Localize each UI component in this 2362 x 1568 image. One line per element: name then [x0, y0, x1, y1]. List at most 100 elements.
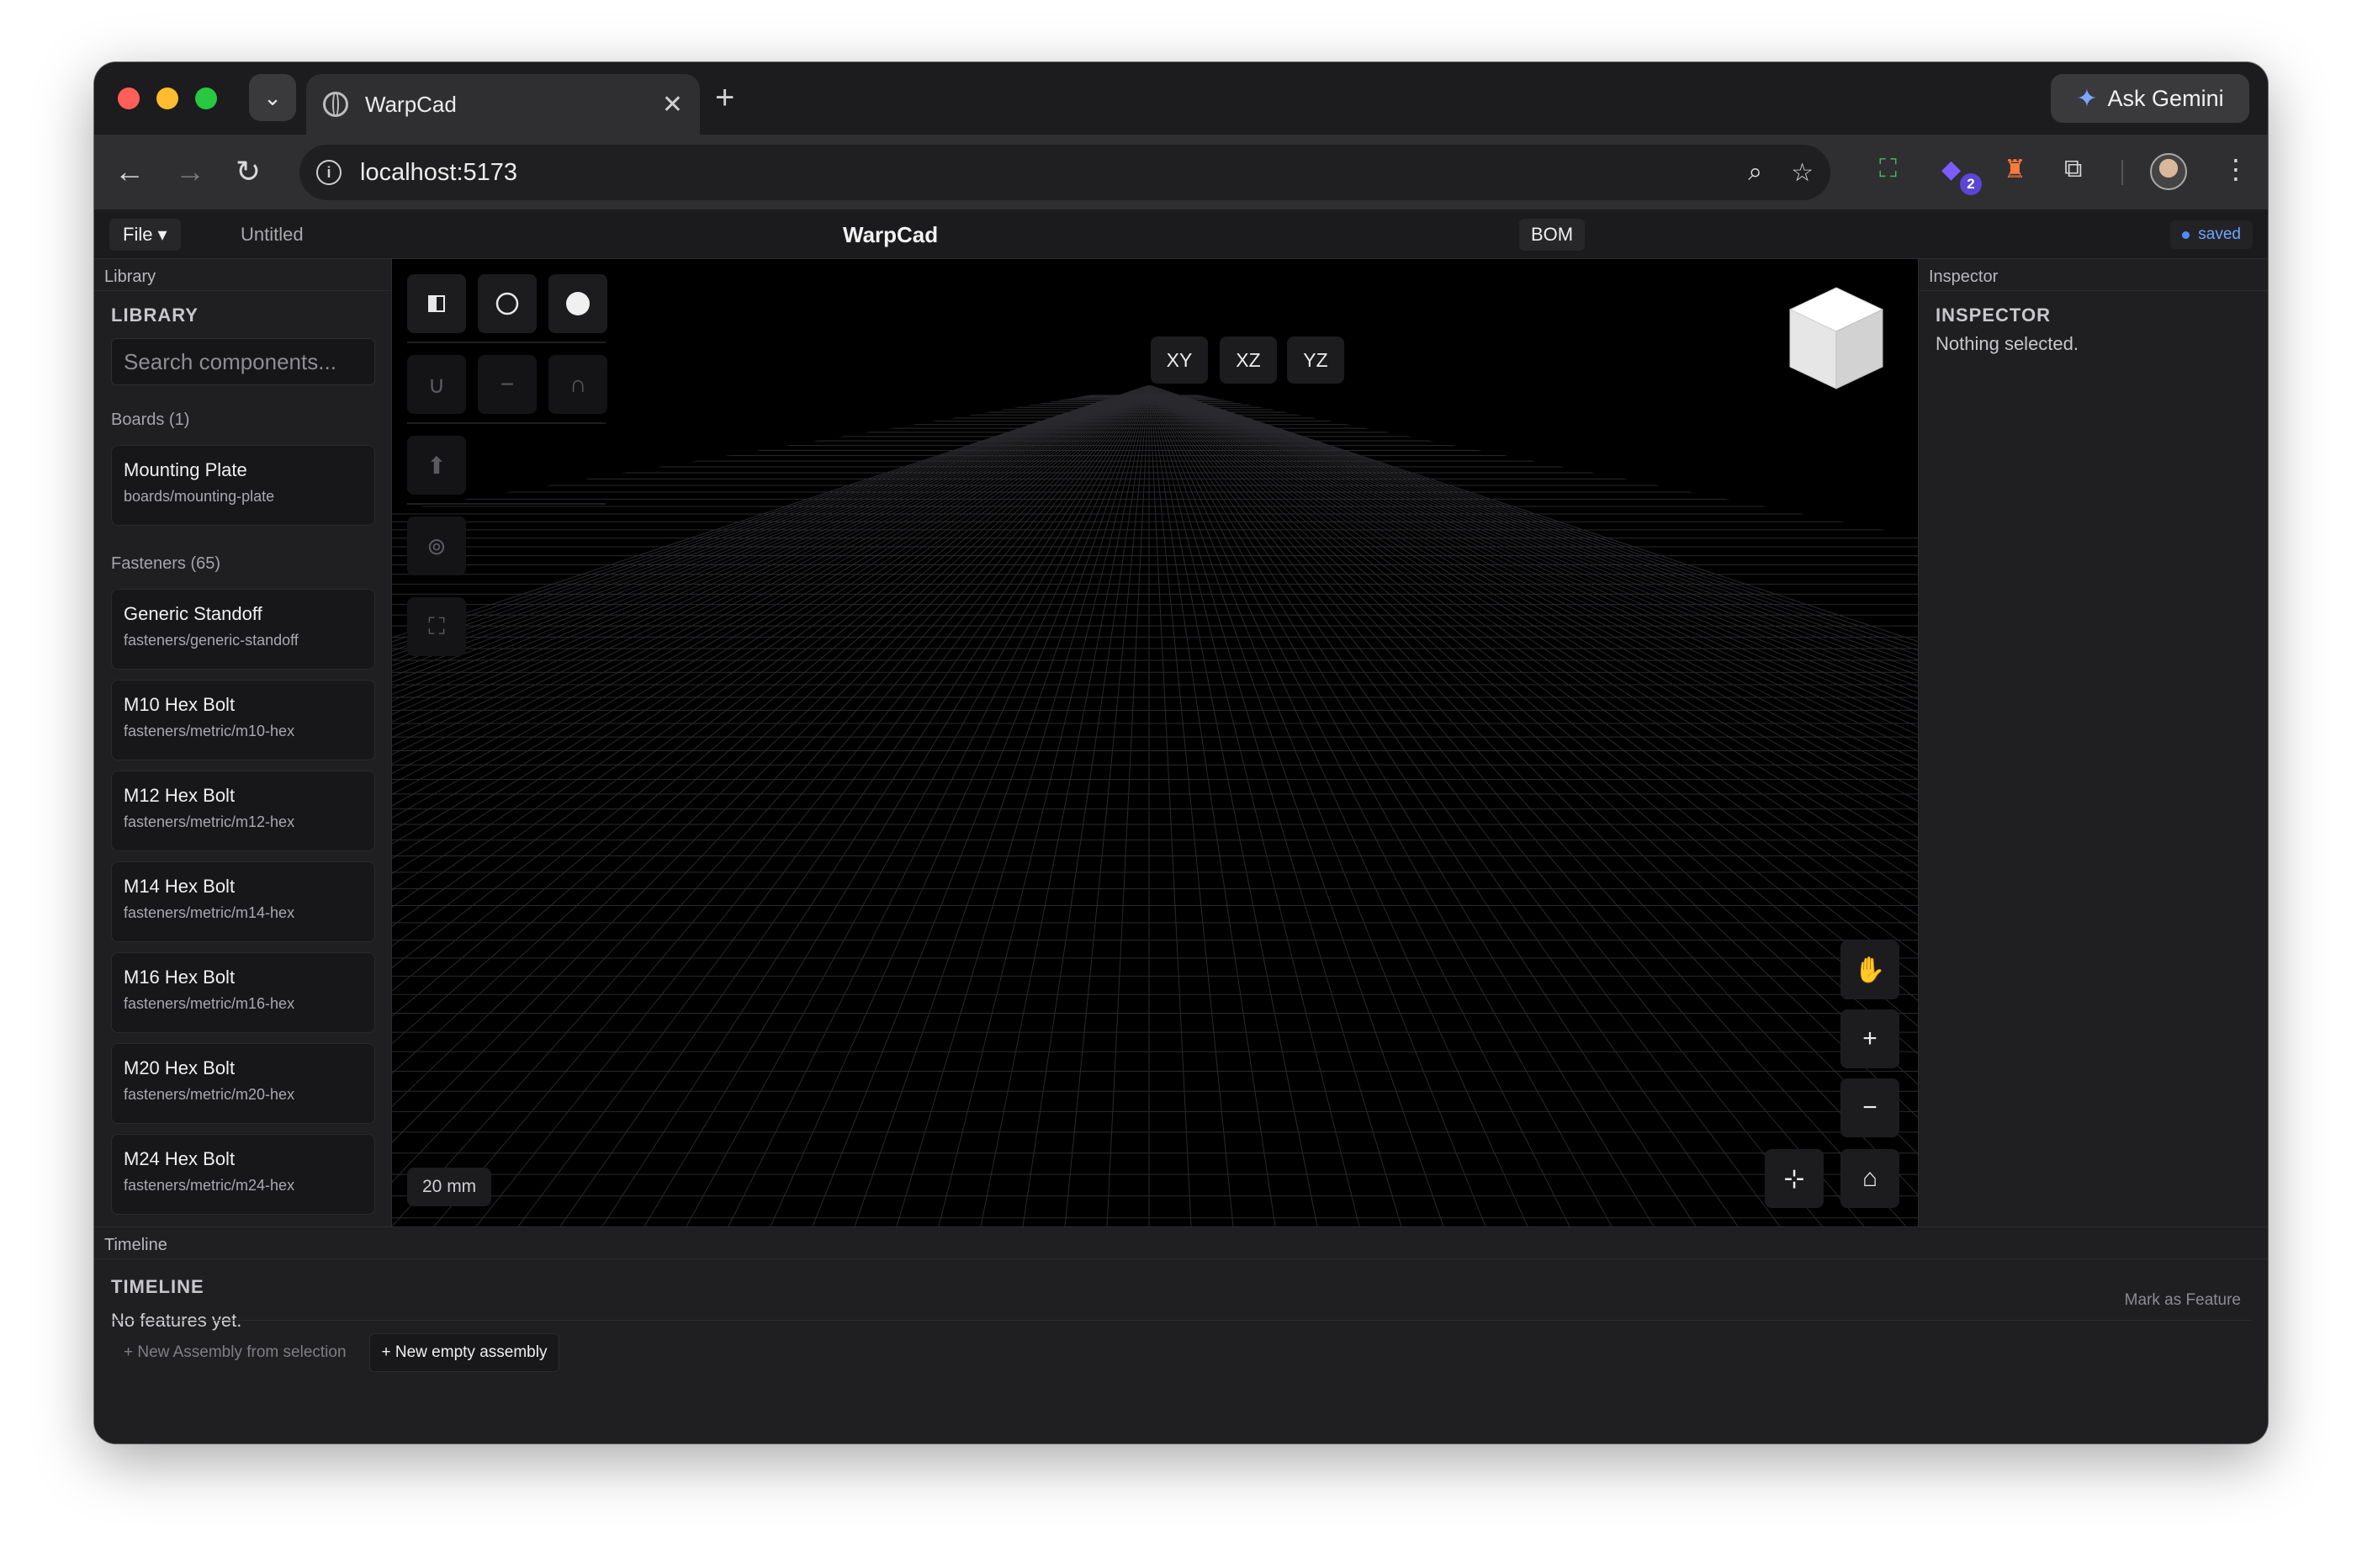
inspector-panel-tab[interactable]: Inspector — [1919, 259, 2268, 291]
inspector-empty-text: Nothing selected. — [1936, 333, 2079, 354]
library-item[interactable]: M20 Hex Bolt fasteners/metric/m20-hex — [111, 1043, 375, 1124]
inspector-heading: INSPECTOR — [1936, 305, 2051, 326]
site-info-icon[interactable]: i — [316, 160, 342, 185]
tab-close-icon[interactable]: ✕ — [662, 90, 683, 119]
library-item[interactable]: M16 Hex Bolt fasteners/metric/m16-hex — [111, 952, 375, 1033]
timeline-actions: + New Assembly from selection + New empt… — [111, 1333, 560, 1372]
library-item-path: fasteners/metric/m24-hex — [124, 1177, 295, 1194]
tab-strip: ⌄ WarpCad ✕ + ✦ Ask Gemini — [94, 62, 2268, 135]
forward-arrow-icon[interactable]: → — [175, 153, 205, 190]
mark-as-feature-button[interactable]: Mark as Feature — [2114, 1286, 2251, 1315]
library-item-name: M24 Hex Bolt — [124, 1148, 236, 1169]
library-item-path: fasteners/metric/m12-hex — [124, 813, 295, 830]
screenshot-extension-icon[interactable]: ⛶ — [1879, 155, 1897, 183]
tab-search-chevron-icon[interactable]: ⌄ — [249, 74, 296, 121]
link-icon[interactable]: ⊚ — [407, 516, 466, 575]
reload-icon[interactable]: ↻ — [236, 153, 261, 190]
view-xy-button[interactable]: XY — [1151, 336, 1208, 384]
library-item-name: M16 Hex Bolt — [124, 967, 236, 988]
close-window-button[interactable] — [118, 87, 140, 109]
library-item[interactable]: M24 Hex Bolt fasteners/metric/m24-hex — [111, 1134, 375, 1215]
library-item-name: Mounting Plate — [124, 459, 247, 480]
save-status-label: saved — [2198, 225, 2241, 243]
zoom-in-button[interactable]: + — [1840, 1009, 1899, 1068]
pan-hand-icon[interactable]: ✋ — [1840, 940, 1899, 999]
app-title: WarpCad — [843, 222, 939, 247]
ask-gemini-button[interactable]: ✦ Ask Gemini — [2051, 74, 2249, 123]
back-arrow-icon[interactable]: ← — [114, 153, 145, 190]
globe-icon — [323, 92, 348, 117]
new-tab-plus-icon[interactable]: + — [715, 81, 734, 114]
minimize-window-button[interactable] — [156, 87, 178, 109]
toolbar-separator — [407, 422, 606, 424]
fasteners-group-label: Fasteners (65) — [111, 554, 221, 573]
library-panel: Library LIBRARY Boards (1) Mounting Plat… — [94, 259, 392, 1226]
library-item[interactable]: M10 Hex Bolt fasteners/metric/m10-hex — [111, 680, 375, 760]
timeline-panel: Timeline TIMELINE No features yet. Mark … — [94, 1226, 2268, 1444]
library-item[interactable]: Generic Standoff fasteners/generic-stand… — [111, 589, 375, 670]
subtract-icon[interactable]: − — [478, 355, 537, 414]
view-yz-button[interactable]: YZ — [1287, 336, 1344, 384]
center-view-icon[interactable]: ⊹ — [1765, 1149, 1824, 1208]
library-item[interactable]: M12 Hex Bolt fasteners/metric/m12-hex — [111, 771, 375, 851]
bom-button[interactable]: BOM — [1519, 219, 1586, 251]
app-header: File ▾ Untitled WarpCad BOM saved — [94, 210, 2268, 259]
circle-filled-icon[interactable] — [548, 274, 607, 333]
browser-tab[interactable]: WarpCad ✕ — [306, 74, 700, 135]
3d-viewport[interactable]: ∪ − ∩ ⬆ ⊚ ⛶ XY XZ YZ ✋ + − ⊹ ⌂ 20 mm — [392, 259, 1918, 1226]
scale-indicator: 20 mm — [407, 1168, 492, 1206]
library-panel-tab[interactable]: Library — [94, 259, 391, 291]
save-status-badge: saved — [2170, 220, 2253, 249]
view-xz-button[interactable]: XZ — [1220, 336, 1277, 384]
address-bar[interactable]: i localhost:5173 ⌕ ☆ — [299, 145, 1830, 200]
maximize-window-button[interactable] — [195, 87, 217, 109]
browser-toolbar: ← → ↻ i localhost:5173 ⌕ ☆ ⛶ ◆ 2 ♜ ⧉ ⋮ — [94, 135, 2268, 210]
library-item-path: fasteners/metric/m16-hex — [124, 995, 295, 1012]
zoom-out-button[interactable]: − — [1840, 1078, 1899, 1137]
search-components-input[interactable] — [111, 338, 375, 385]
extrude-arrow-icon[interactable]: ⬆ — [407, 436, 466, 495]
timeline-panel-tab[interactable]: Timeline — [94, 1227, 2268, 1259]
library-item[interactable]: Mounting Plate boards/mounting-plate — [111, 445, 375, 526]
toolbar-divider — [2121, 160, 2123, 185]
library-item-name: M12 Hex Bolt — [124, 785, 236, 806]
frame-select-icon[interactable]: ⛶ — [407, 597, 466, 656]
file-menu-button[interactable]: File ▾ — [109, 219, 181, 251]
library-item-path: fasteners/metric/m20-hex — [124, 1086, 295, 1103]
boards-group-label: Boards (1) — [111, 411, 190, 429]
lighthouse-extension-icon[interactable]: ♜ — [2004, 155, 2026, 184]
ask-gemini-label: Ask Gemini — [2107, 85, 2224, 111]
panel-toggle-icon[interactable] — [407, 274, 466, 333]
library-item-path: fasteners/metric/m14-hex — [124, 904, 295, 921]
library-item-path: fasteners/metric/m10-hex — [124, 723, 295, 739]
timeline-heading: TIMELINE — [111, 1276, 204, 1297]
new-assembly-from-selection-button[interactable]: + New Assembly from selection — [111, 1333, 359, 1372]
view-cube-icon[interactable] — [1785, 284, 1888, 392]
union-icon[interactable]: ∪ — [407, 355, 466, 414]
zoom-magnifier-icon[interactable]: ⌕ — [1748, 158, 1762, 187]
url-text[interactable]: localhost:5173 — [360, 159, 1719, 187]
bookmark-star-icon[interactable]: ☆ — [1791, 158, 1814, 188]
profile-avatar[interactable] — [2150, 153, 2187, 190]
new-empty-assembly-button[interactable]: + New empty assembly — [368, 1333, 560, 1372]
status-dot-icon — [2182, 230, 2190, 239]
browser-window: ⌄ WarpCad ✕ + ✦ Ask Gemini ← → ↻ i local… — [94, 62, 2268, 1444]
extension-badge: 2 — [1960, 173, 1982, 195]
extensions-puzzle-icon[interactable]: ⧉ — [2064, 155, 2082, 183]
intersect-icon[interactable]: ∩ — [548, 355, 607, 414]
home-view-icon[interactable]: ⌂ — [1840, 1149, 1899, 1208]
library-item-name: M14 Hex Bolt — [124, 876, 236, 897]
tab-title: WarpCad — [365, 91, 457, 117]
dice-extension-icon[interactable]: ◆ — [1941, 155, 1961, 184]
library-item[interactable]: M14 Hex Bolt fasteners/metric/m14-hex — [111, 861, 375, 942]
library-item-path: boards/mounting-plate — [124, 488, 275, 505]
ground-grid — [392, 385, 1918, 1226]
library-heading: LIBRARY — [111, 305, 199, 326]
library-item-name: M20 Hex Bolt — [124, 1057, 236, 1078]
circle-outline-icon[interactable] — [478, 274, 537, 333]
gemini-spark-icon: ✦ — [2076, 84, 2098, 113]
document-title[interactable]: Untitled — [241, 224, 304, 246]
library-item-name: Generic Standoff — [124, 603, 262, 624]
kebab-menu-icon[interactable]: ⋮ — [2222, 153, 2249, 185]
timeline-empty-text: No features yet. — [111, 1310, 242, 1331]
